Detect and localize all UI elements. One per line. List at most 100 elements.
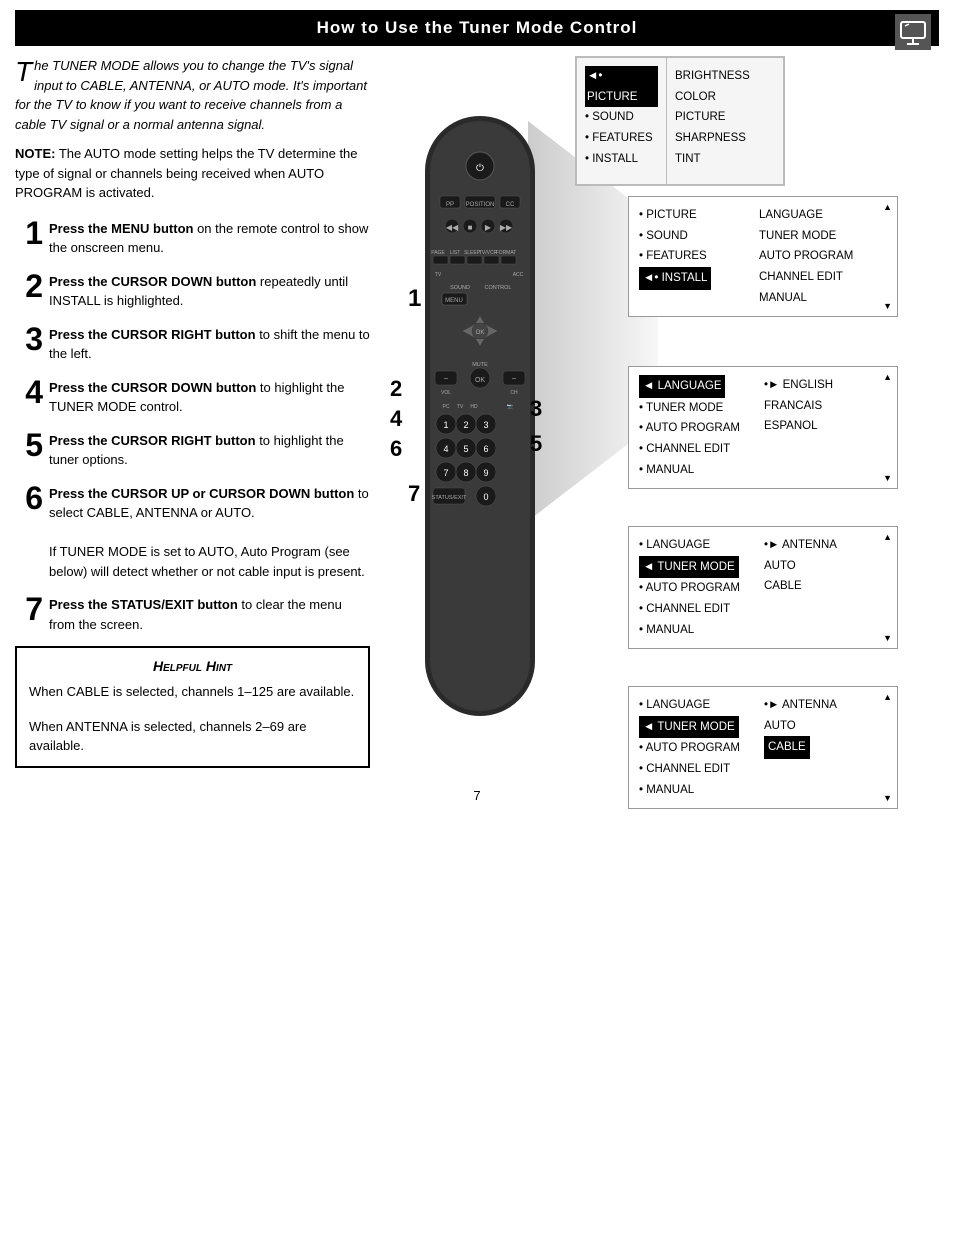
svg-text:OK: OK xyxy=(475,377,485,384)
steps-container: 1 Press the MENU button on the remote co… xyxy=(15,217,370,635)
hint-box: Helpful Hint When CABLE is selected, cha… xyxy=(15,646,370,768)
step-5-text: Press the CURSOR RIGHT button to highlig… xyxy=(49,429,370,470)
screen-item-picture: ◄• PICTURE xyxy=(585,66,658,107)
svg-text:−: − xyxy=(512,374,517,383)
step-3-text: Press the CURSOR RIGHT button to shift t… xyxy=(49,323,370,364)
mp4-tuner: ◄ TUNER MODE xyxy=(639,716,739,739)
svg-text:TV: TV xyxy=(435,272,442,278)
svg-text:MENU: MENU xyxy=(445,298,463,304)
menu-panel-2-left: ◄ LANGUAGE • TUNER MODE • AUTO PROGRAM •… xyxy=(639,375,754,480)
screen-item-install: • INSTALL xyxy=(585,149,658,170)
mp2-r-francais: FRANCAIS xyxy=(764,396,833,417)
svg-text:MUTE: MUTE xyxy=(472,362,488,368)
svg-text:7: 7 xyxy=(443,468,448,478)
svg-text:POSITION: POSITION xyxy=(466,202,495,208)
mp2-manual: • MANUAL xyxy=(639,460,754,481)
mp2-arrow-down: ▼ xyxy=(883,473,892,483)
svg-text:▶: ▶ xyxy=(485,223,492,232)
step-6: 6 Press the CURSOR UP or CURSOR DOWN but… xyxy=(15,482,370,582)
screen-item-features: • FEATURES xyxy=(585,128,658,149)
mp3-r-auto: AUTO xyxy=(764,556,837,577)
menu-panel-1: • PICTURE • SOUND • FEATURES ◄• INSTALL … xyxy=(628,196,898,317)
svg-text:⏻: ⏻ xyxy=(476,163,484,174)
mp1-r-language: LANGUAGE xyxy=(759,205,853,226)
step-1-text: Press the MENU button on the remote cont… xyxy=(49,217,370,258)
mp1-r-manual: MANUAL xyxy=(759,288,853,309)
menu-panel-4-left: • LANGUAGE ◄ TUNER MODE • AUTO PROGRAM •… xyxy=(639,695,754,800)
menu-panel-1-right: LANGUAGE TUNER MODE AUTO PROGRAM CHANNEL… xyxy=(759,205,853,308)
svg-text:VOL: VOL xyxy=(441,390,451,396)
mp4-r-cable: CABLE xyxy=(764,736,810,759)
tv-screen-preview: ◄• PICTURE • SOUND • FEATURES • INSTALL … xyxy=(575,56,785,186)
mp4-autoprog: • AUTO PROGRAM xyxy=(639,738,754,759)
mp3-r-cable: CABLE xyxy=(764,576,837,597)
step-2-number: 2 xyxy=(15,270,43,302)
mp1-sound: • SOUND xyxy=(639,226,749,247)
step-3: 3 Press the CURSOR RIGHT button to shift… xyxy=(15,323,370,364)
svg-text:LIST: LIST xyxy=(450,250,461,256)
menu-panel-3-inner: • LANGUAGE ◄ TUNER MODE • AUTO PROGRAM •… xyxy=(639,535,887,640)
mp1-arrow-up: ▲ xyxy=(883,202,892,212)
menu-panel-4: • LANGUAGE ◄ TUNER MODE • AUTO PROGRAM •… xyxy=(628,686,898,809)
mp3-arrow-down: ▼ xyxy=(883,633,892,643)
step-1-number: 1 xyxy=(15,217,43,249)
mp2-arrow-up: ▲ xyxy=(883,372,892,382)
mp2-r-english: •► ENGLISH xyxy=(764,375,833,396)
screen-right-brightness: BRIGHTNESS xyxy=(675,66,750,87)
mp1-picture: • PICTURE xyxy=(639,205,749,226)
svg-text:9: 9 xyxy=(483,468,488,478)
svg-text:CONTROL: CONTROL xyxy=(485,285,512,291)
step-label-2: 2 xyxy=(390,376,402,401)
svg-text:PC: PC xyxy=(443,404,450,410)
drop-cap: T xyxy=(15,58,32,86)
menu-panel-4-right: •► ANTENNA AUTO CABLE xyxy=(764,695,837,800)
svg-text:6: 6 xyxy=(483,444,488,454)
hint-title: Helpful Hint xyxy=(29,658,356,674)
mp3-language: • LANGUAGE xyxy=(639,535,754,556)
mp4-language: • LANGUAGE xyxy=(639,695,754,716)
menu-panel-2-inner: ◄ LANGUAGE • TUNER MODE • AUTO PROGRAM •… xyxy=(639,375,887,480)
step-2: 2 Press the CURSOR DOWN button repeatedl… xyxy=(15,270,370,311)
svg-text:2: 2 xyxy=(463,420,468,430)
mp2-tuner: • TUNER MODE xyxy=(639,398,754,419)
mp2-autoprog: • AUTO PROGRAM xyxy=(639,418,754,439)
mp4-manual: • MANUAL xyxy=(639,780,754,801)
svg-text:OK: OK xyxy=(476,330,485,336)
step-7: 7 Press the STATUS/EXIT button to clear … xyxy=(15,593,370,634)
mp2-r-espanol: ESPANOL xyxy=(764,416,833,437)
tv-icon xyxy=(899,18,927,46)
step-label-1: 1 xyxy=(408,285,421,312)
remote-svg: ⏻ PP POSITION CC ◀◀ ■ ▶ ▶▶ xyxy=(380,106,580,756)
mp3-manual: • MANUAL xyxy=(639,620,754,641)
menu-panel-1-inner: • PICTURE • SOUND • FEATURES ◄• INSTALL … xyxy=(639,205,887,308)
step-7-text: Press the STATUS/EXIT button to clear th… xyxy=(49,593,370,634)
menu-panel-3: • LANGUAGE ◄ TUNER MODE • AUTO PROGRAM •… xyxy=(628,526,898,649)
mp4-arrow-down: ▼ xyxy=(883,793,892,803)
page-number-text: 7 xyxy=(473,788,480,803)
mp1-features: • FEATURES xyxy=(639,246,749,267)
mp2-language: ◄ LANGUAGE xyxy=(639,375,725,398)
step-7-number: 7 xyxy=(15,593,43,625)
step-1: 1 Press the MENU button on the remote co… xyxy=(15,217,370,258)
mp4-r-auto: AUTO xyxy=(764,716,837,737)
left-column: The TUNER MODE allows you to change the … xyxy=(15,56,370,768)
remote-control: ⏻ PP POSITION CC ◀◀ ■ ▶ ▶▶ xyxy=(380,106,580,759)
mp3-arrow-up: ▲ xyxy=(883,532,892,542)
svg-text:HD: HD xyxy=(470,404,478,410)
step-4-text: Press the CURSOR DOWN button to highligh… xyxy=(49,376,370,417)
svg-text:FORMAT: FORMAT xyxy=(496,250,517,256)
mp3-chanedit: • CHANNEL EDIT xyxy=(639,599,754,620)
step-5: 5 Press the CURSOR RIGHT button to highl… xyxy=(15,429,370,470)
step-6-text: Press the CURSOR UP or CURSOR DOWN butto… xyxy=(49,482,370,582)
intro-text: The TUNER MODE allows you to change the … xyxy=(15,56,370,134)
screen-right-tint: TINT xyxy=(675,149,750,170)
svg-text:CC: CC xyxy=(506,202,515,208)
svg-text:−: − xyxy=(444,374,449,383)
svg-text:■: ■ xyxy=(468,223,473,232)
remote-and-menus: ◄• PICTURE • SOUND • FEATURES • INSTALL … xyxy=(380,56,939,756)
mp2-chanedit: • CHANNEL EDIT xyxy=(639,439,754,460)
menu-panel-2-right: •► ENGLISH FRANCAIS ESPANOL xyxy=(764,375,833,480)
mp1-r-tuner: TUNER MODE xyxy=(759,226,853,247)
step-6-number: 6 xyxy=(15,482,43,514)
header-title: How to Use the Tuner Mode Control xyxy=(317,18,638,37)
